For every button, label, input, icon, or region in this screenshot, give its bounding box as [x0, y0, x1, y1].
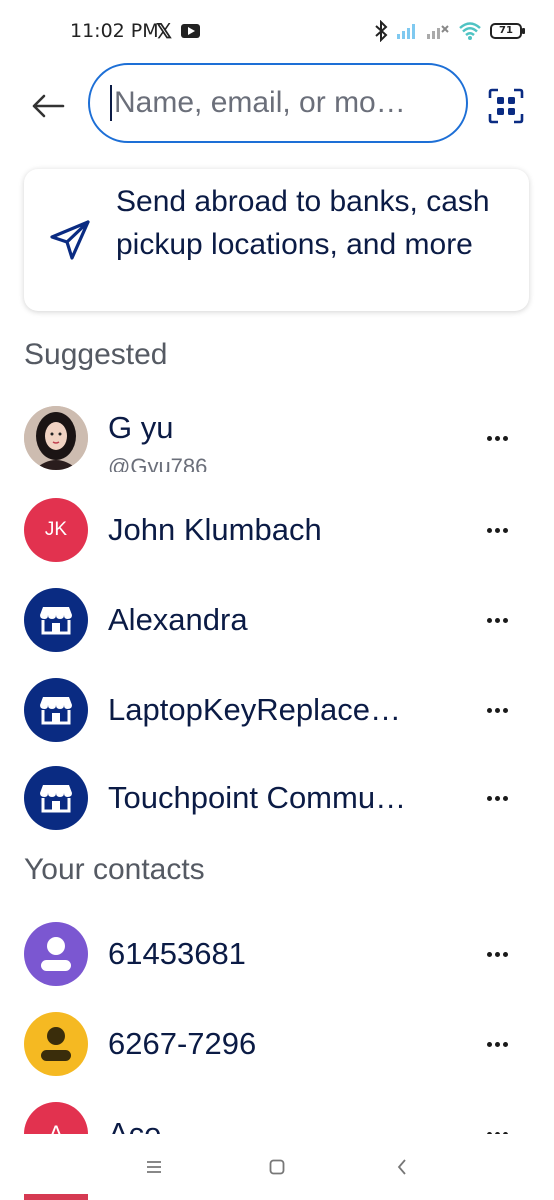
signal-icon — [397, 24, 415, 39]
your-contacts-title: Your contacts — [24, 853, 205, 886]
next-item-peek — [24, 1194, 88, 1200]
contact-row-g-yu[interactable]: G yu @Gyu786 — [0, 398, 554, 478]
contact-handle: @Gyu786 — [108, 454, 208, 472]
contact-name: G yu — [108, 410, 174, 445]
contact-row-laptopkeyreplace[interactable]: LaptopKeyReplace… — [0, 670, 554, 750]
more-options-button[interactable] — [482, 423, 512, 453]
scroll-clip: A Ace — [0, 1085, 554, 1134]
contact-name: Alexandra — [108, 602, 248, 637]
contact-name: 61453681 — [108, 936, 246, 971]
signal-off-icon — [427, 25, 449, 39]
avatar — [24, 1012, 88, 1076]
handle-clip: @Gyu786 — [108, 450, 408, 472]
square-icon — [269, 1159, 285, 1175]
profile-photo — [24, 406, 88, 470]
more-options-button[interactable] — [482, 515, 512, 545]
send-abroad-text: Send abroad to banks, cash pickup locati… — [116, 185, 490, 261]
avatar — [24, 922, 88, 986]
more-options-button[interactable] — [482, 939, 512, 969]
contact-row-alexandra[interactable]: Alexandra — [0, 580, 554, 660]
contact-name: John Klumbach — [108, 512, 322, 547]
store-icon — [40, 785, 72, 813]
recents-button[interactable] — [139, 1154, 169, 1180]
more-options-button[interactable] — [482, 695, 512, 725]
send-icon — [50, 220, 90, 260]
more-options-button[interactable] — [482, 605, 512, 635]
person-icon — [41, 1027, 71, 1061]
more-options-button[interactable] — [482, 1029, 512, 1059]
more-options-button[interactable] — [482, 783, 512, 813]
bluetooth-icon — [375, 20, 388, 42]
home-button[interactable] — [262, 1154, 292, 1180]
arrow-left-icon — [32, 94, 65, 118]
contact-name: LaptopKeyReplace… — [108, 692, 401, 727]
system-navigation-bar — [0, 1134, 554, 1200]
qr-scan-button[interactable] — [488, 88, 524, 124]
battery-icon: 71 — [490, 23, 525, 39]
contact-row-61453681[interactable]: 61453681 — [0, 914, 554, 994]
wifi-icon — [459, 22, 481, 40]
x-logo-icon: 𝕏 — [156, 21, 173, 43]
contact-name: Ace — [108, 1116, 162, 1134]
person-icon — [41, 937, 71, 971]
avatar — [24, 406, 88, 470]
search-box[interactable] — [88, 63, 468, 143]
contact-row-ace[interactable]: A Ace — [0, 1094, 554, 1134]
store-icon — [40, 697, 72, 725]
suggested-title: Suggested — [24, 338, 168, 371]
avatar-initials: JK — [44, 519, 68, 540]
status-icons: 71 — [374, 18, 525, 44]
avatar: JK — [24, 498, 88, 562]
menu-icon — [147, 1161, 161, 1173]
contact-row-touchpoint[interactable]: Touchpoint Commu… — [0, 758, 554, 838]
avatar — [24, 588, 88, 652]
search-input[interactable] — [114, 86, 444, 120]
youtube-icon — [181, 24, 200, 38]
text-caret — [110, 85, 112, 121]
avatar — [24, 678, 88, 742]
system-back-button[interactable] — [387, 1154, 417, 1180]
contact-name: 6267-7296 — [108, 1026, 257, 1061]
qr-code-icon — [488, 88, 524, 124]
contact-row-john-klumbach[interactable]: JK John Klumbach — [0, 490, 554, 570]
status-time: 11:02 PM — [70, 20, 159, 42]
store-icon — [40, 607, 72, 635]
avatar — [24, 766, 88, 830]
back-button[interactable] — [26, 86, 70, 126]
chevron-left-icon — [397, 1159, 406, 1175]
contact-name: Touchpoint Commu… — [108, 780, 407, 815]
avatar-initials: A — [48, 1121, 64, 1134]
more-options-button[interactable] — [482, 1119, 512, 1134]
contact-row-6267-7296[interactable]: 6267-7296 — [0, 1004, 554, 1084]
status-bar: 11:02 PM 𝕏 71 — [0, 0, 554, 62]
avatar: A — [24, 1102, 88, 1134]
